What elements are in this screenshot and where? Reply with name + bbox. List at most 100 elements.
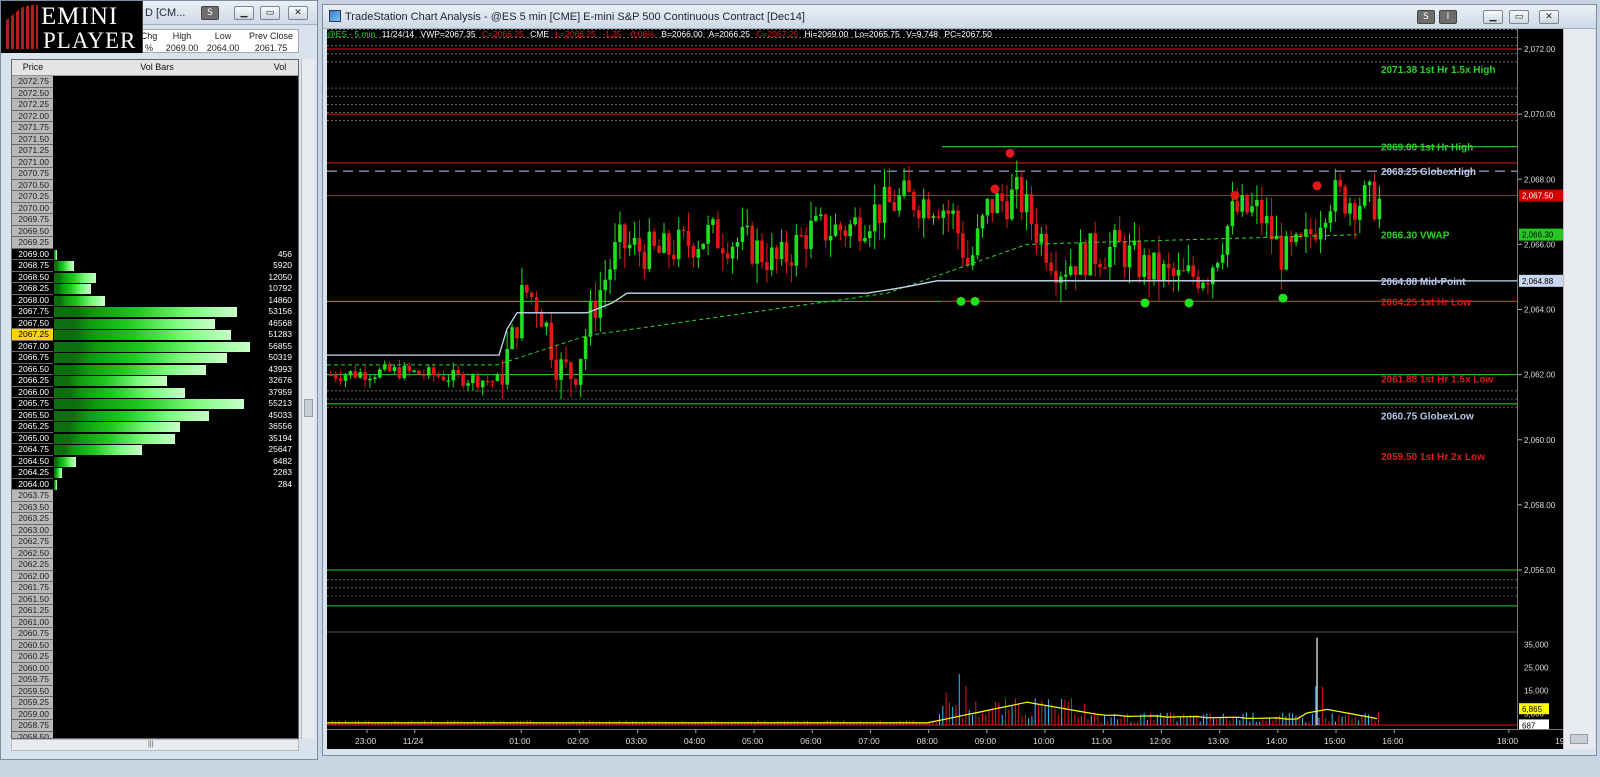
ladder-row[interactable]: 2069.75	[12, 214, 298, 226]
ladder-row[interactable]: 2065.75 55213	[12, 398, 298, 410]
ladder-row[interactable]: 2068.75 5920	[12, 260, 298, 272]
ladder-row[interactable]: 2070.75	[12, 168, 298, 180]
ladder-row[interactable]: 2065.25 36556	[12, 421, 298, 433]
level-label: 2071.38 1st Hr 1.5x High	[1381, 65, 1496, 76]
price-chart-svg[interactable]: 2071.38 1st Hr 1.5x High 2069.00 1st Hr H…	[327, 29, 1517, 729]
ladder-row[interactable]: 2068.25 10792	[12, 283, 298, 295]
ladder-horizontal-scrollbar[interactable]: |||	[11, 739, 299, 751]
ladder-row[interactable]: 2071.00	[12, 156, 298, 168]
ladder-row[interactable]: 2069.50	[12, 225, 298, 237]
ladder-row[interactable]: 2066.75 50319	[12, 352, 298, 364]
ladder-row[interactable]: 2070.25	[12, 191, 298, 203]
ladder-row[interactable]: 2066.25 32676	[12, 375, 298, 387]
ladder-row[interactable]: 2068.00 14860	[12, 294, 298, 306]
volume-ladder[interactable]: Price Vol Bars Vol 2072.75 2072.50 2072.25…	[11, 59, 299, 739]
ladder-volume: 25647	[268, 444, 292, 454]
ladder-row[interactable]: 2071.50	[12, 133, 298, 145]
candle-body	[515, 327, 519, 339]
ladder-row[interactable]: 2070.50	[12, 179, 298, 191]
maximize-button[interactable]: ▭	[260, 6, 280, 20]
ladder-price: 2071.25	[12, 145, 53, 157]
ladder-price: 2067.50	[12, 317, 53, 329]
ladder-row[interactable]: 2063.00	[12, 524, 298, 536]
scroll-thumb[interactable]	[304, 399, 313, 417]
ladder-row[interactable]: 2060.00	[12, 662, 298, 674]
ladder-row[interactable]: 2067.00 56855	[12, 340, 298, 352]
ladder-row[interactable]: 2067.50 46568	[12, 317, 298, 329]
ladder-row[interactable]: 2072.50	[12, 87, 298, 99]
ladder-row[interactable]: 2070.00	[12, 202, 298, 214]
ladder-row[interactable]: 2069.00 456	[12, 248, 298, 260]
ladder-row[interactable]: 2072.00	[12, 110, 298, 122]
minimize-button[interactable]: ▁	[1483, 10, 1503, 24]
ladder-row[interactable]: 2066.50 43993	[12, 363, 298, 375]
candle-body	[1073, 266, 1078, 275]
chart-titlebar[interactable]: TradeStation Chart Analysis - @ES 5 min …	[323, 5, 1596, 29]
ladder-row[interactable]: 2064.50 6482	[12, 455, 298, 467]
column-vol[interactable]: Vol	[260, 62, 298, 72]
ladder-row[interactable]: 2058.75	[12, 720, 298, 732]
ladder-row[interactable]: 2072.75	[12, 76, 298, 88]
indicator-link-button[interactable]: I	[1439, 10, 1457, 24]
maximize-button[interactable]: ▭	[1509, 10, 1529, 24]
ladder-row[interactable]: 2059.50	[12, 685, 298, 697]
ladder-row[interactable]: 2063.75	[12, 490, 298, 502]
chart-scroll-button[interactable]	[1570, 734, 1588, 744]
ladder-row[interactable]: 2068.50 12050	[12, 271, 298, 283]
candle-body	[1240, 194, 1244, 212]
ladder-row[interactable]: 2072.25	[12, 99, 298, 111]
ladder-row[interactable]: 2059.00	[12, 708, 298, 720]
candle-body	[1367, 181, 1372, 186]
ladder-row[interactable]: 2064.75 25647	[12, 444, 298, 456]
ladder-row[interactable]: 2066.00 37959	[12, 386, 298, 398]
column-vol-bars[interactable]: Vol Bars	[54, 62, 260, 72]
ladder-row[interactable]: 2061.00	[12, 616, 298, 628]
ladder-row[interactable]: 2067.25 51283	[12, 329, 298, 341]
ladder-row[interactable]: 2060.50	[12, 639, 298, 651]
ladder-row[interactable]: 2067.75 53156	[12, 306, 298, 318]
ladder-vertical-scrollbar[interactable]	[301, 59, 315, 739]
ladder-row[interactable]: 2062.50	[12, 547, 298, 559]
time-axis[interactable]: 23:00 11/24 01:00 02:00 03:00 04:00 05:00 06:00…	[327, 729, 1577, 749]
candle-body	[480, 380, 485, 388]
candle-body	[662, 233, 666, 253]
close-button[interactable]: ✕	[1539, 10, 1559, 24]
ladder-row[interactable]: 2061.75	[12, 582, 298, 594]
symbol-link-button[interactable]: S	[1417, 10, 1435, 24]
minimize-button[interactable]: ▁	[234, 6, 254, 20]
logo-stripes	[6, 5, 38, 49]
ladder-row[interactable]: 2069.25	[12, 237, 298, 249]
ladder-row[interactable]: 2071.25	[12, 145, 298, 157]
ladder-row[interactable]: 2062.00	[12, 570, 298, 582]
ladder-row[interactable]: 2071.75	[12, 122, 298, 134]
candle-body	[823, 214, 828, 241]
ladder-row[interactable]: 2062.25	[12, 559, 298, 571]
volume-bar	[54, 468, 62, 478]
ladder-row[interactable]: 2062.75	[12, 536, 298, 548]
symbol-link-button[interactable]: S	[201, 6, 219, 20]
price-chart-area[interactable]: 2071.38 1st Hr 1.5x High 2069.00 1st Hr H…	[327, 29, 1517, 729]
candle-body	[858, 217, 862, 242]
chart-vertical-scrollbar[interactable]	[1563, 29, 1595, 749]
candle-body	[868, 231, 872, 238]
ladder-row[interactable]: 2065.50 45033	[12, 409, 298, 421]
logo-line-2: PLAYER	[43, 28, 137, 53]
ladder-row[interactable]: 2059.25	[12, 697, 298, 709]
ladder-row[interactable]: 2061.50	[12, 593, 298, 605]
ladder-row[interactable]: 2060.25	[12, 651, 298, 663]
price-axis[interactable]: 2,072.00 2,070.00 2,068.00 2,066.00 2,064.00…	[1517, 29, 1563, 731]
ladder-row[interactable]: 2059.75	[12, 674, 298, 686]
ladder-row[interactable]: 2060.75	[12, 628, 298, 640]
ladder-row[interactable]: 2064.25 2283	[12, 467, 298, 479]
ladder-row[interactable]: 2058.50	[12, 731, 298, 738]
ladder-row[interactable]: 2064.00 284	[12, 478, 298, 490]
close-button[interactable]: ✕	[288, 6, 308, 20]
column-price[interactable]: Price	[12, 62, 54, 72]
candle-body	[774, 247, 779, 260]
ladder-row[interactable]: 2063.50	[12, 501, 298, 513]
ladder-row[interactable]: 2061.25	[12, 605, 298, 617]
ladder-row[interactable]: 2063.25	[12, 513, 298, 525]
candle-body	[353, 371, 358, 378]
candle-body	[1264, 215, 1269, 224]
ladder-row[interactable]: 2065.00 35194	[12, 432, 298, 444]
